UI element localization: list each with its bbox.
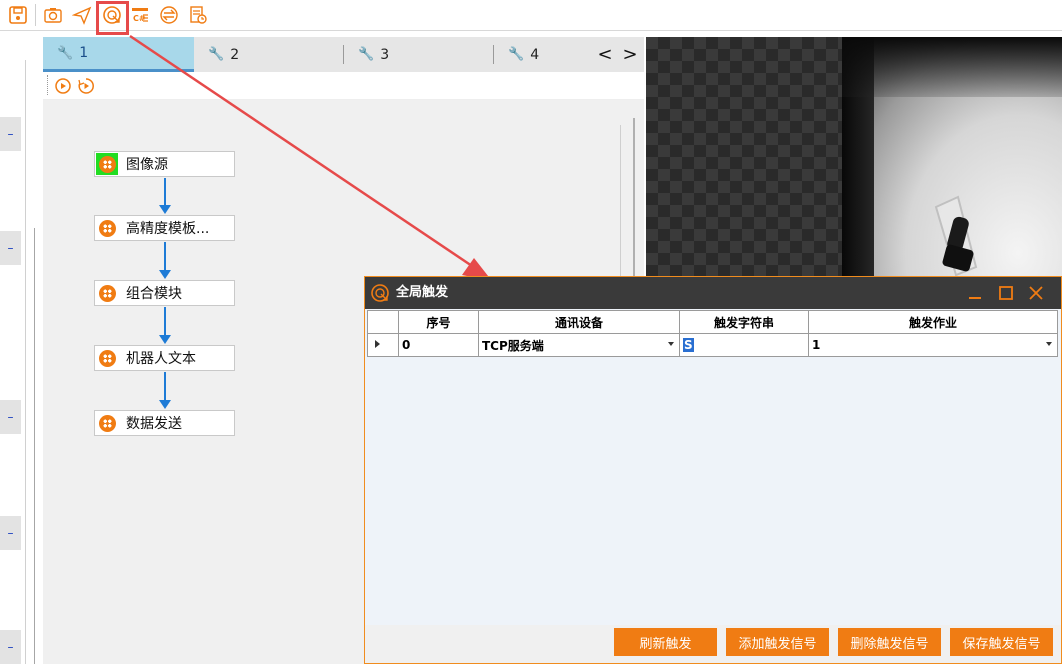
trigger-table: 序号 通讯设备 触发字符串 触发作业 0 TCP服务端 S 1	[367, 310, 1058, 357]
minimize-icon[interactable]	[962, 277, 988, 309]
column-header[interactable]: 触发作业	[808, 310, 1058, 334]
refresh-trigger-button[interactable]: 刷新触发	[614, 628, 717, 656]
add-trigger-button[interactable]: 添加触发信号	[726, 628, 829, 656]
app-window: C# – – – – – 🔧 1 🔧 2 🔧 3 🔧 4 < > 图像源 高精度…	[0, 0, 1062, 664]
global-trigger-icon	[370, 283, 390, 307]
row-selector[interactable]	[367, 333, 399, 357]
job-select[interactable]: 1	[808, 333, 1058, 357]
maximize-icon[interactable]	[993, 277, 1019, 309]
save-trigger-button[interactable]: 保存触发信号	[950, 628, 1053, 656]
trigger-string-value: S	[683, 338, 694, 352]
row-header-corner	[367, 310, 399, 334]
table-header-row: 序号 通讯设备 触发字符串 触发作业	[367, 310, 1058, 334]
dialog-footer: 刷新触发 添加触发信号 删除触发信号 保存触发信号	[365, 625, 1061, 663]
dialog-title: 全局触发	[396, 285, 449, 300]
trigger-string-input[interactable]: S	[679, 333, 809, 357]
global-trigger-dialog: 全局触发 序号 通讯设备 触发字符串 触发作业 0 TCP服务端 S 1 刷新触…	[364, 276, 1062, 664]
device-select[interactable]: TCP服务端	[478, 333, 680, 357]
delete-trigger-button[interactable]: 删除触发信号	[838, 628, 941, 656]
device-value: TCP服务端	[482, 338, 544, 353]
job-value: 1	[812, 338, 821, 352]
chevron-down-icon[interactable]	[1046, 342, 1052, 346]
trigger-grid: 序号 通讯设备 触发字符串 触发作业 0 TCP服务端 S 1	[365, 309, 1061, 625]
column-header[interactable]: 通讯设备	[478, 310, 680, 334]
dialog-titlebar[interactable]: 全局触发	[365, 277, 1061, 309]
column-header[interactable]: 序号	[398, 310, 479, 334]
chevron-down-icon[interactable]	[668, 342, 674, 346]
index-cell[interactable]: 0	[398, 333, 479, 357]
close-icon[interactable]	[1023, 277, 1049, 309]
table-row[interactable]: 0 TCP服务端 S 1	[367, 333, 1058, 357]
column-header[interactable]: 触发字符串	[679, 310, 809, 334]
